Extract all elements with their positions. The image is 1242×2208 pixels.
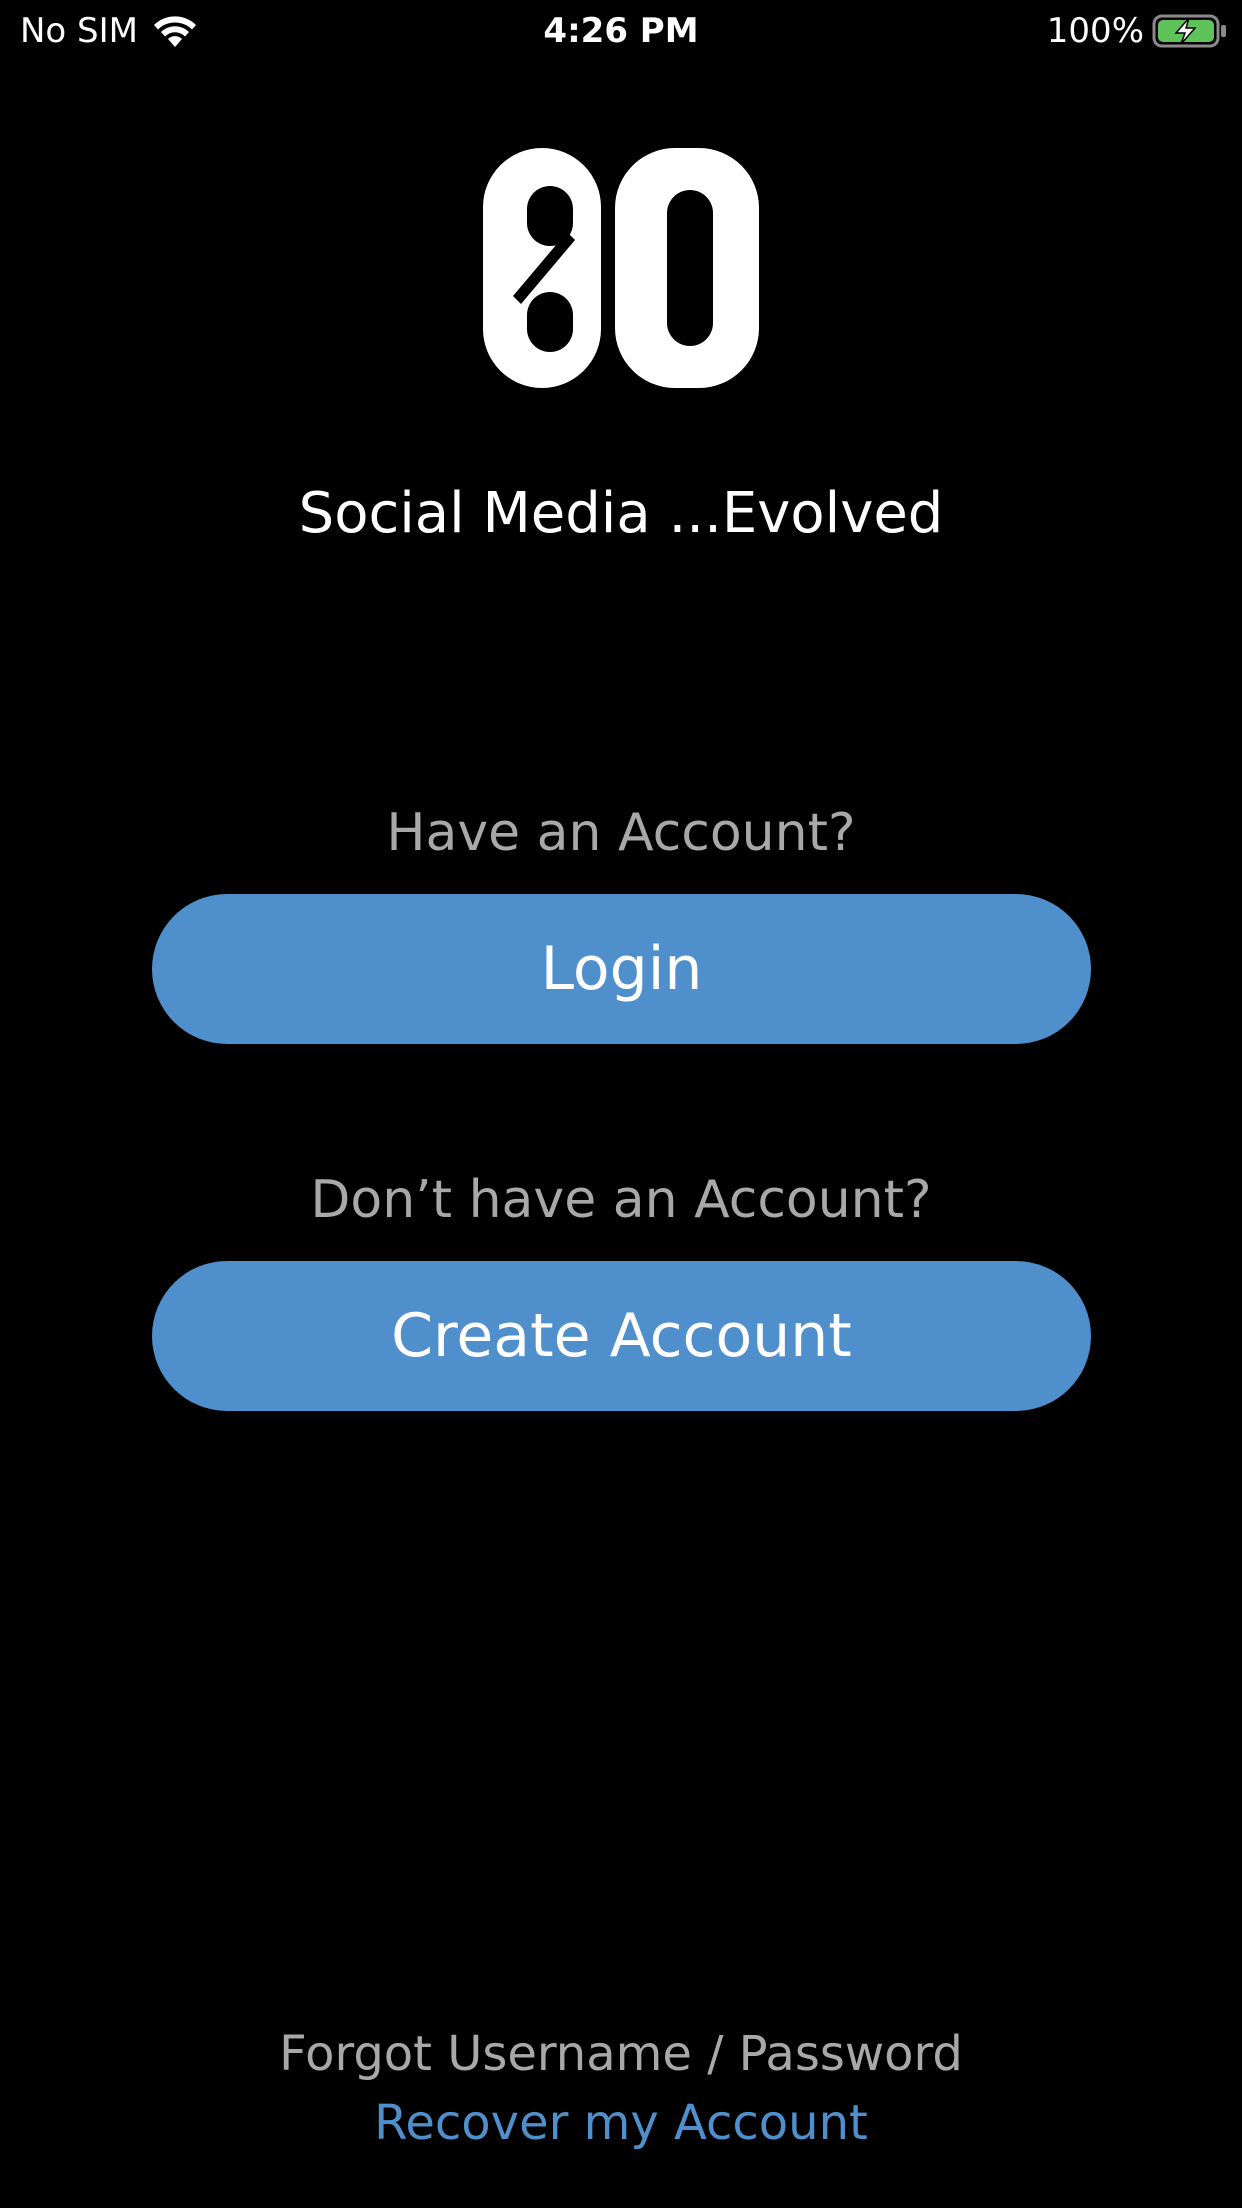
status-bar: No SIM 4:26 PM 100%: [0, 0, 1242, 62]
battery-charging-icon: [1152, 14, 1226, 48]
battery-percent: 100%: [1046, 11, 1144, 51]
recover-account-row: Recover my Account: [0, 2092, 1242, 2154]
tagline: Social Media ...Evolved: [298, 481, 944, 546]
app-logo: [483, 148, 759, 388]
status-right: 100%: [1047, 10, 1228, 52]
login-button[interactable]: Login: [152, 894, 1091, 1044]
no-account-prompt: Don’t have an Account?: [310, 1170, 932, 1230]
have-account-prompt: Have an Account?: [386, 803, 856, 863]
recover-account-link[interactable]: Recover my Account: [374, 2095, 868, 2151]
forgot-credentials-text: Forgot Username / Password: [279, 2026, 963, 2082]
create-account-button[interactable]: Create Account: [152, 1261, 1091, 1411]
